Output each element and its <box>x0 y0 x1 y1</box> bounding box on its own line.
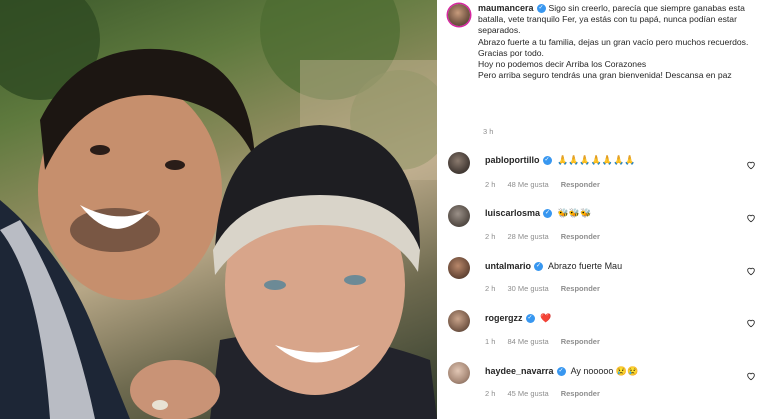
verified-badge-icon: ✓ <box>534 262 544 272</box>
comment-time: 2 h <box>485 389 496 398</box>
heart-outline-icon[interactable] <box>746 371 756 381</box>
comment-text: Abrazo fuerte Mau <box>548 261 623 271</box>
comment-username[interactable]: rogergzz <box>485 313 523 323</box>
author-avatar[interactable] <box>448 4 470 26</box>
comment-row: untalmario ✓ Abrazo fuerte Mau <box>485 261 623 272</box>
comment-row: luiscarlosma ✓ 🐝🐝🐝 <box>485 208 591 219</box>
comment-likes[interactable]: 48 Me gusta <box>507 180 548 189</box>
reply-button[interactable]: Responder <box>561 232 600 241</box>
comment-meta: 1 h 84 Me gusta Responder <box>485 337 612 346</box>
reply-button[interactable]: Responder <box>561 284 600 293</box>
comment-text: Ay nooooo 😢😢 <box>570 366 639 376</box>
reply-button[interactable]: Responder <box>561 337 600 346</box>
caption-line-5: Pero arriba seguro tendrás una gran bien… <box>478 70 732 81</box>
verified-badge-icon: ✓ <box>536 4 546 14</box>
caption-line-4: Hoy no podemos decir Arriba los Corazone… <box>478 59 647 70</box>
comment-time: 2 h <box>485 180 496 189</box>
comment-avatar[interactable] <box>448 152 470 174</box>
comment-text: ❤️ <box>540 313 552 323</box>
comment-meta: 2 h 48 Me gusta Responder <box>485 180 612 189</box>
comment-avatar[interactable] <box>448 205 470 227</box>
photo-illustration <box>0 0 437 419</box>
caption-line-2: Abrazo fuerte a tu familia, dejas un gra… <box>478 36 749 47</box>
post-caption: maumancera ✓ Sigo sin creerlo, parecía que… <box>478 3 758 81</box>
heart-outline-icon[interactable] <box>746 213 756 223</box>
comment-likes[interactable]: 45 Me gusta <box>507 389 548 398</box>
heart-outline-icon[interactable] <box>746 266 756 276</box>
comment-meta: 2 h 30 Me gusta Responder <box>485 284 612 293</box>
comment-avatar[interactable] <box>448 257 470 279</box>
verified-badge-icon: ✓ <box>543 209 553 219</box>
comment-meta: 2 h 45 Me gusta Responder <box>485 389 612 398</box>
comment-row: haydee_navarra ✓ Ay nooooo 😢😢 <box>485 366 638 377</box>
comment-likes[interactable]: 84 Me gusta <box>507 337 548 346</box>
heart-outline-icon[interactable] <box>746 160 756 170</box>
comment-time: 1 h <box>485 337 496 346</box>
comment-username[interactable]: pabloportillo <box>485 155 540 165</box>
comment-text: 🙏🙏🙏🙏🙏🙏🙏 <box>557 155 636 165</box>
author-username[interactable]: maumancera <box>478 3 534 13</box>
comment-avatar[interactable] <box>448 310 470 332</box>
reply-button[interactable]: Responder <box>561 389 600 398</box>
comment-username[interactable]: haydee_navarra <box>485 366 554 376</box>
post-photo <box>0 0 437 419</box>
reply-button[interactable]: Responder <box>561 180 600 189</box>
comment-row: pabloportillo ✓ 🙏🙏🙏🙏🙏🙏🙏 <box>485 155 635 166</box>
heart-outline-icon[interactable] <box>746 318 756 328</box>
comment-meta: 2 h 28 Me gusta Responder <box>485 232 612 241</box>
comment-likes[interactable]: 28 Me gusta <box>507 232 548 241</box>
comment-time: 2 h <box>485 284 496 293</box>
comment-avatar[interactable] <box>448 362 470 384</box>
comment-username[interactable]: luiscarlosma <box>485 208 540 218</box>
caption-line-3: Gracias por todo. <box>478 47 544 58</box>
post-time: 3 h <box>483 127 494 136</box>
comment-time: 2 h <box>485 232 496 241</box>
comment-likes[interactable]: 30 Me gusta <box>507 284 548 293</box>
verified-badge-icon: ✓ <box>525 314 535 324</box>
verified-badge-icon: ✓ <box>542 156 552 166</box>
comment-row: rogergzz ✓ ❤️ <box>485 313 551 324</box>
comment-username[interactable]: untalmario <box>485 261 531 271</box>
verified-badge-icon: ✓ <box>556 367 566 377</box>
comment-text: 🐝🐝🐝 <box>557 208 592 218</box>
